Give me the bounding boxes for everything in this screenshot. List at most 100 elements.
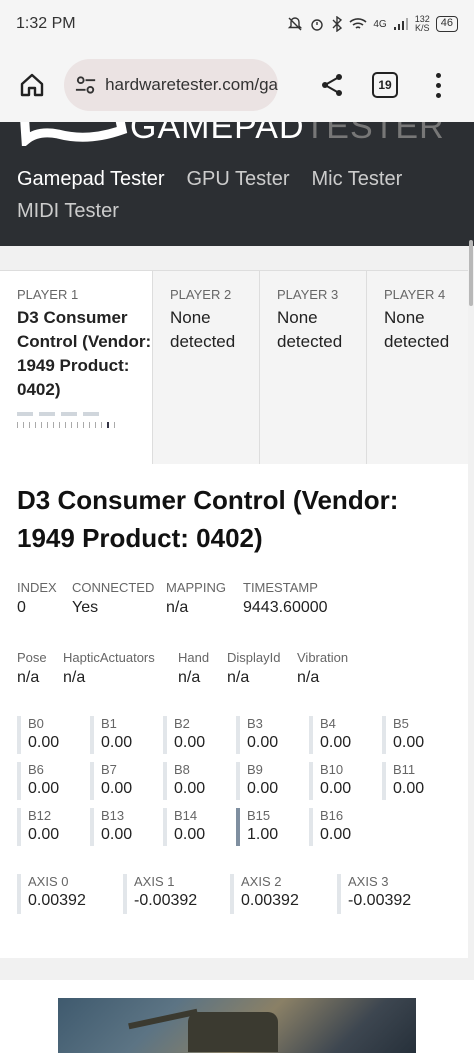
nav-gpu-tester[interactable]: GPU Tester bbox=[187, 166, 290, 192]
status-time: 1:32 PM bbox=[16, 15, 76, 32]
player-label: PLAYER 3 bbox=[277, 287, 339, 302]
nav-midi-tester[interactable]: MIDI Tester bbox=[17, 198, 119, 224]
home-icon bbox=[20, 73, 44, 97]
button-label: B6 bbox=[28, 762, 44, 777]
button-value: 0.00 bbox=[174, 734, 206, 751]
player-name: None detected bbox=[170, 308, 236, 351]
axis-indicator-bars bbox=[17, 412, 152, 416]
button-b7: B7 0.00 bbox=[90, 762, 163, 800]
button-label: B10 bbox=[320, 762, 344, 777]
info-mapping: MAPPING n/a bbox=[166, 580, 243, 617]
tab-switcher-button[interactable]: 19 bbox=[372, 72, 398, 98]
site-logo[interactable]: GAMEPADTESTER bbox=[0, 122, 474, 146]
feature-value: n/a bbox=[17, 669, 40, 686]
button-b13: B13 0.00 bbox=[90, 808, 163, 846]
device-features-row: Pose n/a HapticActuators n/a Hand n/a Di… bbox=[17, 650, 377, 687]
axis-2: AXIS 2 0.00392 bbox=[230, 874, 337, 914]
feature-display-id: DisplayId n/a bbox=[227, 650, 297, 687]
ad-image[interactable] bbox=[58, 998, 416, 1053]
tab-player-3[interactable]: PLAYER 3 None detected bbox=[260, 271, 367, 464]
info-value: n/a bbox=[166, 599, 189, 616]
button-value: 0.00 bbox=[101, 826, 133, 843]
tab-player-2[interactable]: PLAYER 2 None detected bbox=[153, 271, 260, 464]
button-b12: B12 0.00 bbox=[17, 808, 90, 846]
site-settings-icon bbox=[75, 76, 96, 94]
status-icons: 4G 132 K/S 46 bbox=[287, 15, 458, 33]
address-bar[interactable]: hardwaretester.com/ga bbox=[64, 59, 278, 111]
button-label: B16 bbox=[320, 808, 344, 823]
main-nav: Gamepad Tester GPU Tester Mic Tester MID… bbox=[17, 166, 457, 224]
bluetooth-icon bbox=[332, 16, 343, 32]
button-indicator-ticks bbox=[17, 422, 152, 428]
player-tabs: PLAYER 1 D3 Consumer Control (Vendor: 19… bbox=[0, 270, 468, 464]
signal-icon bbox=[393, 18, 408, 30]
button-value: 0.00 bbox=[28, 780, 60, 797]
button-b14: B14 0.00 bbox=[163, 808, 236, 846]
axis-value: 0.00392 bbox=[241, 892, 299, 909]
button-label: B3 bbox=[247, 716, 263, 731]
nav-mic-tester[interactable]: Mic Tester bbox=[312, 166, 403, 192]
info-index: INDEX 0 bbox=[17, 580, 72, 617]
player-name: D3 Consumer Control (Vendor: 1949 Produc… bbox=[17, 308, 152, 399]
button-b10: B10 0.00 bbox=[309, 762, 382, 800]
status-bar: 1:32 PM 4G 132 K/S 46 bbox=[0, 0, 474, 48]
button-value: 0.00 bbox=[393, 734, 425, 751]
feature-label: HapticActuators bbox=[63, 650, 155, 665]
axis-label: AXIS 2 bbox=[241, 874, 282, 889]
feature-label: Hand bbox=[178, 650, 210, 665]
button-value: 0.00 bbox=[28, 826, 60, 843]
button-b4: B4 0.00 bbox=[309, 716, 382, 754]
nav-gamepad-tester[interactable]: Gamepad Tester bbox=[17, 166, 165, 192]
axis-3: AXIS 3 -0.00392 bbox=[337, 874, 444, 914]
button-label: B4 bbox=[320, 716, 336, 731]
ad-tank bbox=[188, 1012, 278, 1052]
axes-row: AXIS 0 0.00392 AXIS 1 -0.00392 AXIS 2 0.003… bbox=[17, 874, 457, 914]
info-label: CONNECTED bbox=[72, 580, 155, 595]
home-button[interactable] bbox=[12, 65, 52, 105]
site-header: GAMEPADTESTER Gamepad Tester GPU Tester … bbox=[0, 122, 474, 246]
axis-label: AXIS 3 bbox=[348, 874, 389, 889]
player-label: PLAYER 4 bbox=[384, 287, 446, 302]
info-label: TIMESTAMP bbox=[243, 580, 318, 595]
page-scrollbar[interactable] bbox=[469, 240, 473, 306]
more-menu-icon[interactable] bbox=[428, 65, 448, 105]
button-b6: B6 0.00 bbox=[17, 762, 90, 800]
info-timestamp: TIMESTAMP 9443.60000 bbox=[243, 580, 363, 617]
feature-haptic-actuators: HapticActuators n/a bbox=[63, 650, 178, 687]
share-button[interactable] bbox=[312, 65, 352, 105]
button-value: 0.00 bbox=[247, 780, 279, 797]
axis-value: -0.00392 bbox=[348, 892, 412, 909]
net-speed-unit: K/S bbox=[414, 23, 430, 33]
button-label: B13 bbox=[101, 808, 125, 823]
button-b5: B5 0.00 bbox=[382, 716, 455, 754]
player-label: PLAYER 2 bbox=[170, 287, 232, 302]
logo-text-dim: TESTER bbox=[304, 122, 445, 146]
button-b11: B11 0.00 bbox=[382, 762, 455, 800]
button-value: 0.00 bbox=[174, 826, 206, 843]
button-label: B7 bbox=[101, 762, 117, 777]
ad-banner[interactable] bbox=[0, 980, 474, 1053]
axis-label: AXIS 1 bbox=[134, 874, 175, 889]
browser-toolbar: hardwaretester.com/ga 19 bbox=[0, 48, 474, 122]
button-value: 1.00 bbox=[247, 826, 279, 843]
wifi-icon bbox=[349, 18, 367, 29]
logo-text: GAMEPADTESTER bbox=[130, 122, 445, 147]
button-grid: B0 0.00 B1 0.00 B2 0.00 B3 0.00 B4 0.00 B5 0.0… bbox=[17, 716, 457, 846]
feature-value: n/a bbox=[297, 669, 320, 686]
button-label: B1 bbox=[101, 716, 117, 731]
info-value: 0 bbox=[17, 599, 26, 616]
button-value: 0.00 bbox=[247, 734, 279, 751]
feature-label: DisplayId bbox=[227, 650, 281, 665]
button-label: B8 bbox=[174, 762, 190, 777]
tab-player-1[interactable]: PLAYER 1 D3 Consumer Control (Vendor: 19… bbox=[0, 271, 153, 464]
info-value: 9443.60000 bbox=[243, 599, 328, 616]
alarm-icon bbox=[311, 19, 324, 31]
button-value: 0.00 bbox=[393, 780, 425, 797]
button-label: B0 bbox=[28, 716, 44, 731]
feature-hand: Hand n/a bbox=[178, 650, 227, 687]
button-b16: B16 0.00 bbox=[309, 808, 382, 846]
button-label: B12 bbox=[28, 808, 52, 823]
tab-player-4[interactable]: PLAYER 4 None detected bbox=[367, 271, 468, 464]
feature-value: n/a bbox=[227, 669, 250, 686]
share-icon bbox=[322, 74, 342, 96]
